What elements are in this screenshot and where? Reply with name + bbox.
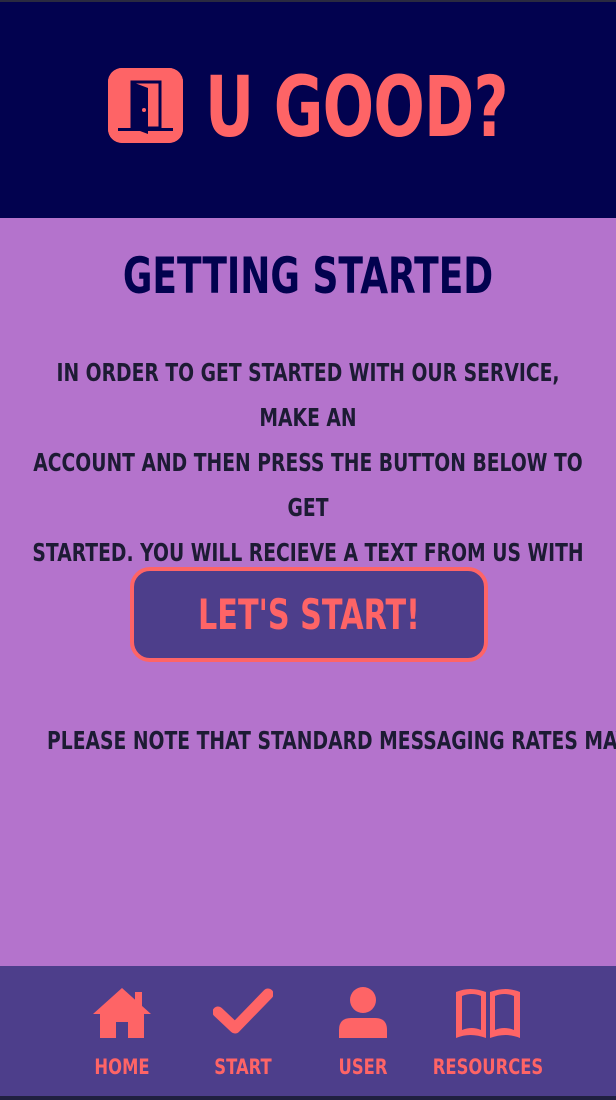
page-title: GETTING STARTED <box>122 247 494 305</box>
nav-item-start[interactable]: START <box>183 966 303 1096</box>
app-root: U GOOD? GETTING STARTED IN ORDER TO GET … <box>0 0 616 1100</box>
house-icon <box>93 988 151 1038</box>
intro-line: ACCOUNT AND THEN PRESS THE BUTTON BELOW … <box>33 448 583 522</box>
nav-label-start: START <box>214 1055 272 1079</box>
open-book-icon <box>456 989 520 1038</box>
lets-start-button-label: LET'S START! <box>198 590 420 639</box>
nav-item-resources[interactable]: RESOURCES <box>423 966 553 1096</box>
nav-label-resources: RESOURCES <box>432 1055 544 1079</box>
checkmark-icon <box>213 988 273 1034</box>
bottom-nav: HOME START USER RESOURCES <box>0 966 616 1100</box>
messaging-rates-note: PLEASE NOTE THAT STANDARD MESSAGING RATE… <box>47 726 616 755</box>
user-icon <box>339 987 387 1038</box>
nav-item-home[interactable]: HOME <box>62 966 182 1096</box>
app-title: U GOOD? <box>205 58 509 156</box>
nav-label-home: HOME <box>94 1055 150 1079</box>
intro-line: IN ORDER TO GET STARTED WITH OUR SERVICE… <box>56 358 560 432</box>
lets-start-button[interactable]: LET'S START! <box>130 567 488 662</box>
nav-item-user[interactable]: USER <box>303 966 423 1096</box>
open-door-icon <box>108 68 183 143</box>
header: U GOOD? <box>0 0 616 218</box>
nav-label-user: USER <box>338 1055 388 1079</box>
